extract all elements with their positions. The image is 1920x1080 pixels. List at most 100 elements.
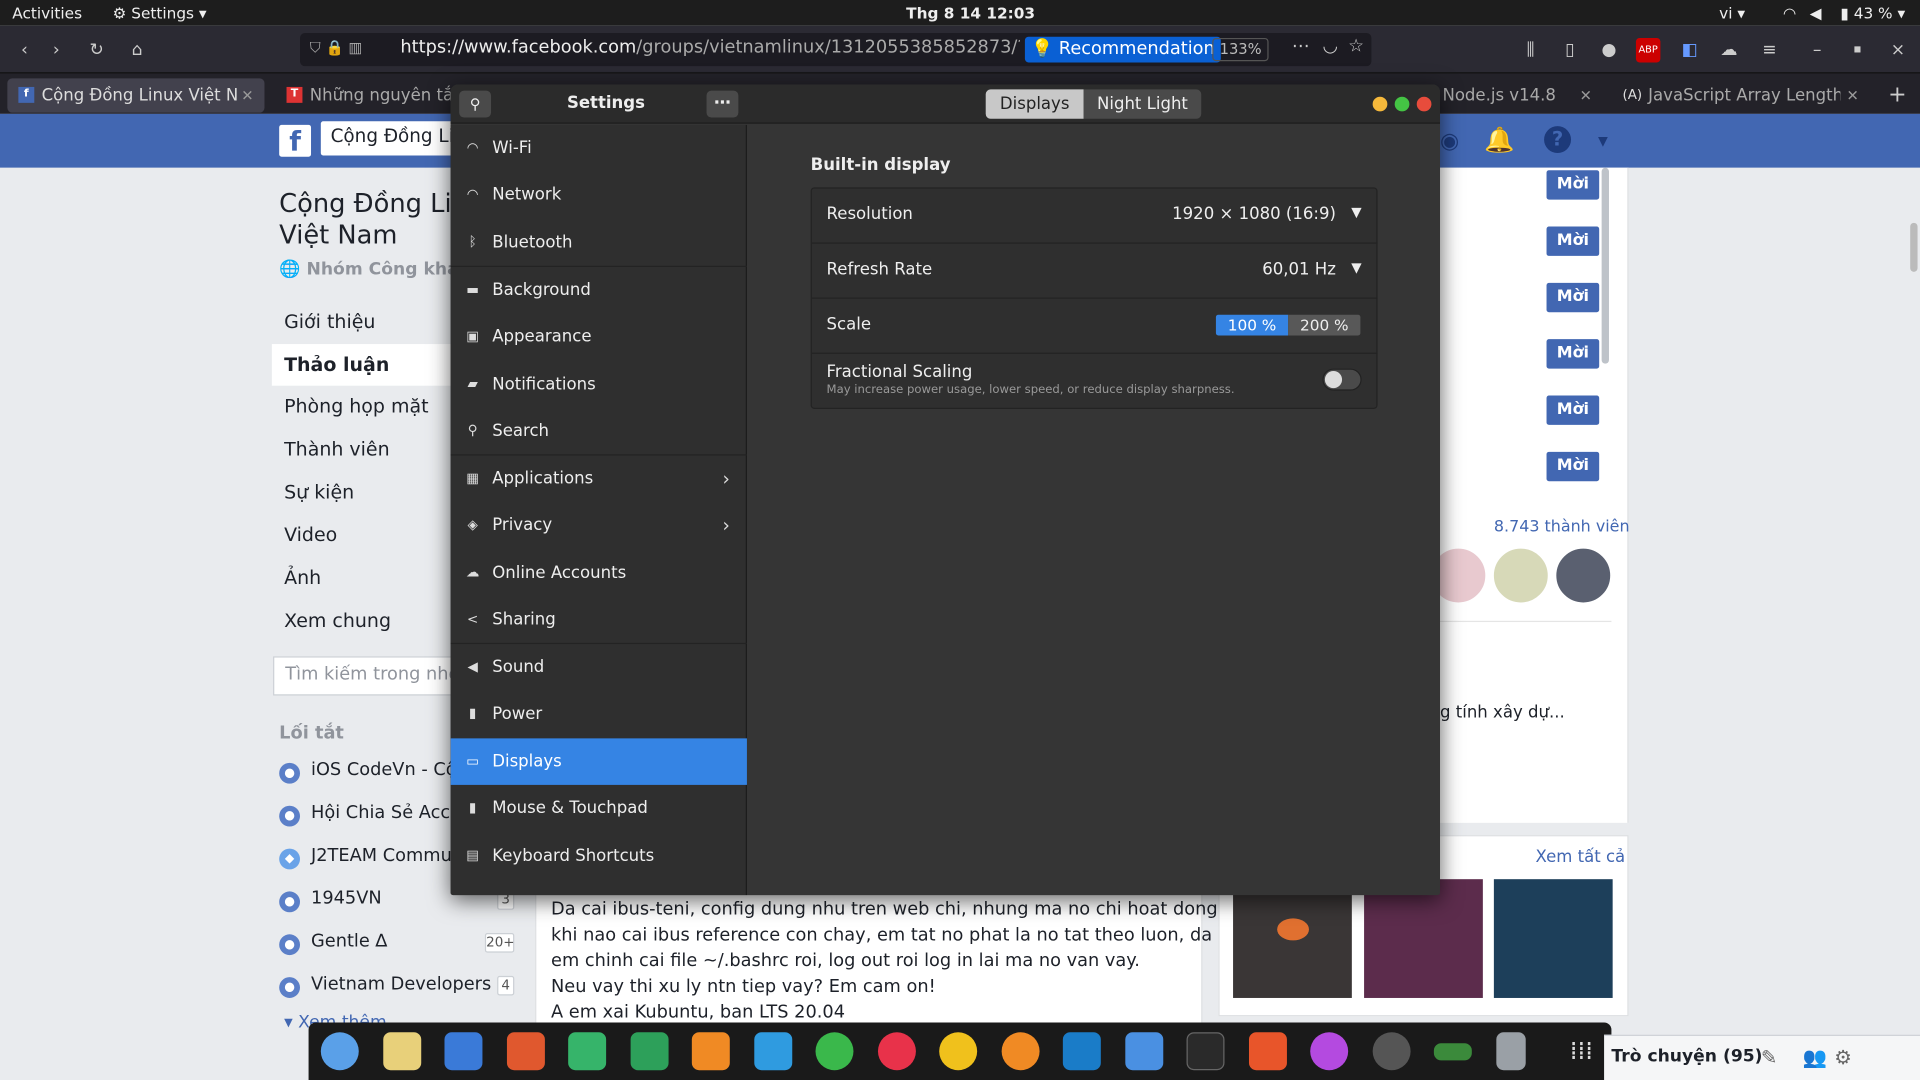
group-title[interactable]: Cộng Đồng Li Việt Nam <box>279 187 451 251</box>
url-bar[interactable]: ⛉ 🔒 ▥ https://www.facebook.com/groups/vi… <box>300 33 1372 67</box>
group-search-input[interactable]: Tìm kiếm trong nhó <box>273 656 457 696</box>
account-icon[interactable]: ● <box>1594 36 1623 65</box>
vscode-icon[interactable] <box>1062 1032 1101 1071</box>
terminal-icon[interactable] <box>1186 1032 1225 1071</box>
invite-button[interactable]: Mời <box>1546 226 1600 256</box>
photos-see-all-link[interactable]: Xem tất cả <box>1536 847 1626 867</box>
shortcut-item[interactable]: J2TEAM Commun <box>311 846 463 866</box>
android-studio-alt-icon[interactable] <box>630 1032 669 1071</box>
installer-icon[interactable] <box>506 1032 545 1071</box>
chat-settings-icon[interactable]: ⚙ <box>1834 1046 1852 1069</box>
sidebar-icon[interactable]: ▯ <box>1555 36 1584 65</box>
member-avatar[interactable] <box>1553 546 1613 605</box>
chat-bar[interactable]: Trò chuyện (95) ✎ 👥 ⚙ <box>1604 1034 1920 1080</box>
tab-displays[interactable]: Displays <box>985 89 1084 119</box>
nav-phong-hop-mat[interactable]: Phòng họp mặt <box>284 396 428 418</box>
nav-video[interactable]: Video <box>284 524 337 546</box>
sidebar-item-network[interactable]: ◠ Network <box>451 171 747 218</box>
reload-icon[interactable]: ↻ <box>82 36 111 65</box>
finder-like-icon[interactable] <box>320 1032 359 1071</box>
minimize-icon[interactable]: – <box>1802 36 1831 65</box>
sidebar-item-bluetooth[interactable]: ᛒ Bluetooth <box>451 219 747 266</box>
page-actions-icon[interactable]: ⋯ <box>1292 37 1310 57</box>
close-window-icon[interactable]: × <box>1883 36 1912 65</box>
photo-thumbnail[interactable] <box>1364 879 1483 998</box>
menu-button[interactable]: ⋯ <box>706 90 739 118</box>
page-scrollbar[interactable] <box>1910 222 1918 272</box>
invite-button[interactable]: Mời <box>1546 282 1600 313</box>
files-icon[interactable] <box>1125 1032 1164 1071</box>
sidebar-item-applications[interactable]: ▦ Applications › <box>451 456 747 503</box>
nav-gioi-thieu[interactable]: Giới thiệu <box>284 311 375 333</box>
compose-icon[interactable]: ✎ <box>1761 1046 1777 1069</box>
invite-button[interactable]: Mời <box>1546 451 1600 482</box>
document-viewer-icon[interactable] <box>444 1032 483 1071</box>
clock[interactable]: Thg 8 14 12:03 <box>906 4 1035 22</box>
close-tab-icon[interactable]: ✕ <box>1580 78 1592 112</box>
system-monitor-icon[interactable] <box>1433 1043 1472 1061</box>
scale-200-button[interactable]: 200 % <box>1288 314 1361 336</box>
settings-gear-icon[interactable] <box>1372 1032 1411 1071</box>
activities-button[interactable]: Activities <box>12 4 82 22</box>
wifi-status-icon[interactable]: ◠ <box>1783 4 1796 22</box>
sidebar-item-wifi[interactable]: ◠ Wi-Fi <box>451 125 747 172</box>
refresh-rate-row[interactable]: Refresh Rate 60,01 Hz ▼ <box>811 244 1378 299</box>
tab-nhung-nguyen-tac[interactable]: T Những nguyên tắc <box>276 78 453 112</box>
battery-icon[interactable]: ▮ 43 % ▾ <box>1840 4 1905 22</box>
close-tab-icon[interactable]: ✕ <box>241 78 253 112</box>
home-icon[interactable]: ⌂ <box>122 36 151 65</box>
scrollbar[interactable] <box>1601 167 1609 364</box>
maximize-icon[interactable]: ▪ <box>1843 36 1872 65</box>
member-avatar[interactable] <box>1491 546 1551 605</box>
record-icon[interactable] <box>877 1032 916 1071</box>
tab-night-light[interactable]: Night Light <box>1083 89 1202 119</box>
sidebar-item-sharing[interactable]: < Sharing <box>451 596 747 643</box>
shortcut-item[interactable]: Hội Chia Sẻ Acc <box>311 803 450 823</box>
help-icon[interactable]: ? <box>1544 126 1572 154</box>
nav-thanh-vien[interactable]: Thành viên <box>284 438 390 460</box>
sidebar-item-power[interactable]: ▮ Power <box>451 691 747 738</box>
tab-javascript-array[interactable]: (A) JavaScript Array Length <box>1614 78 1840 112</box>
firefox-icon[interactable] <box>1001 1032 1040 1071</box>
media-player-icon[interactable] <box>1310 1032 1349 1071</box>
volume-icon[interactable]: ◀ <box>1810 4 1822 22</box>
language-indicator[interactable]: vi ▾ <box>1719 4 1745 22</box>
messenger-icon[interactable]: ◉ <box>1440 129 1459 155</box>
nav-thao-luan[interactable]: Thảo luận <box>284 354 389 376</box>
android-studio-icon[interactable] <box>568 1032 607 1071</box>
fractional-scaling-toggle[interactable] <box>1322 368 1362 391</box>
shortcut-item[interactable]: Vietnam Developers ... <box>311 975 514 995</box>
android-icon[interactable] <box>815 1032 854 1071</box>
maximize-icon[interactable] <box>1394 96 1410 112</box>
new-tab-icon[interactable]: + <box>1888 78 1906 112</box>
sidebar-item-search[interactable]: ⚲ Search <box>451 408 747 455</box>
sidebar-item-mouse-touchpad[interactable]: ▮ Mouse & Touchpad <box>451 785 747 832</box>
sidebar-item-sound[interactable]: ◀ Sound <box>451 644 747 691</box>
sidebar-item-privacy[interactable]: ◈ Privacy › <box>451 502 747 549</box>
sidebar-item-appearance[interactable]: ▣ Appearance <box>451 313 747 360</box>
extension-icon[interactable]: ☁ <box>1714 36 1743 65</box>
translate-icon[interactable]: ◧ <box>1675 36 1704 65</box>
zoom-level[interactable]: 133% <box>1212 37 1269 62</box>
close-icon[interactable] <box>1416 96 1432 112</box>
library-icon[interactable]: ⫼ <box>1516 36 1545 65</box>
sidebar-item-displays[interactable]: ▭ Displays <box>450 738 747 785</box>
adblock-icon[interactable]: ABP <box>1635 37 1661 63</box>
recommendation-badge[interactable]: 💡 Recommendation <box>1024 36 1221 63</box>
nav-su-kien[interactable]: Sự kiện <box>284 481 354 503</box>
sublime-text-icon[interactable] <box>691 1032 730 1071</box>
sidebar-item-online-accounts[interactable]: ☁ Online Accounts <box>451 550 747 597</box>
invite-button[interactable]: Mời <box>1546 395 1600 425</box>
app-grid-icon[interactable]: ⁞⁞⁞ <box>1562 1032 1600 1070</box>
sidebar-item-background[interactable]: ▬ Background <box>451 267 747 314</box>
photo-thumbnail[interactable] <box>1493 879 1613 998</box>
bookmark-star-icon[interactable]: ☆ <box>1348 37 1364 57</box>
nav-anh[interactable]: Ảnh <box>284 567 321 589</box>
back-icon[interactable]: ‹ <box>10 36 39 65</box>
search-button[interactable]: ⚲ <box>459 90 492 118</box>
facebook-logo-icon[interactable]: f <box>279 124 312 158</box>
invite-button[interactable]: Mời <box>1546 170 1600 200</box>
shortcut-item[interactable]: iOS CodeVn - Cộn <box>311 760 468 780</box>
shortcut-item[interactable]: Gentle ∆ <box>311 932 387 952</box>
shortcut-item[interactable]: 1945VN <box>311 889 382 909</box>
